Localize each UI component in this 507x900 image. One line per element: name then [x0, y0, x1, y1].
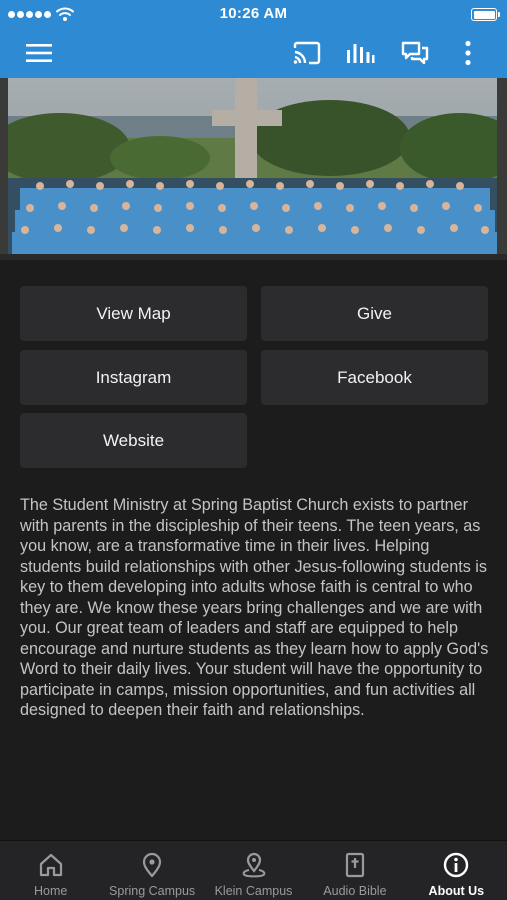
- audio-bars-icon: [347, 44, 375, 63]
- info-icon: [444, 852, 469, 878]
- action-button-grid: View Map Give Instagram Facebook Website: [20, 286, 488, 469]
- battery-icon: [471, 8, 500, 21]
- bible-icon: [345, 852, 365, 878]
- tab-home[interactable]: Home: [0, 841, 101, 900]
- cast-icon: [293, 41, 321, 65]
- app-bar: [0, 28, 507, 78]
- tab-spring-campus[interactable]: Spring Campus: [101, 841, 202, 900]
- view-map-button[interactable]: View Map: [20, 286, 247, 341]
- tab-home-label: Home: [34, 884, 68, 898]
- group-photo-image: [0, 78, 507, 260]
- hero-image: [0, 78, 507, 260]
- tab-klein-campus[interactable]: Klein Campus: [203, 841, 304, 900]
- chat-icon: [401, 41, 429, 65]
- status-bar: 10:26 AM: [0, 0, 507, 28]
- facebook-button[interactable]: Facebook: [261, 350, 488, 405]
- bottom-tab-bar: Home Spring Campus Klein Campus Audio Bi…: [0, 840, 507, 900]
- tab-spring-campus-label: Spring Campus: [109, 884, 196, 898]
- chat-button[interactable]: [397, 36, 433, 70]
- website-button[interactable]: Website: [20, 413, 247, 468]
- more-options-button[interactable]: [450, 36, 486, 70]
- status-time: 10:26 AM: [219, 5, 288, 22]
- menu-icon: [26, 44, 52, 62]
- home-icon: [39, 853, 62, 877]
- instagram-button[interactable]: Instagram: [20, 350, 247, 405]
- cast-button[interactable]: [289, 36, 325, 70]
- location-marker-icon: [242, 852, 265, 878]
- give-button[interactable]: Give: [261, 286, 488, 341]
- tab-audio-bible-label: Audio Bible: [323, 884, 387, 898]
- menu-button[interactable]: [21, 36, 57, 70]
- map-pin-icon: [143, 852, 162, 878]
- tab-audio-bible[interactable]: Audio Bible: [304, 841, 405, 900]
- tab-about-us-label: About Us: [428, 884, 485, 898]
- tab-about-us[interactable]: About Us: [406, 841, 507, 900]
- more-vertical-icon: [465, 40, 471, 66]
- ministry-description: The Student Ministry at Spring Baptist C…: [20, 496, 489, 719]
- audio-button[interactable]: [342, 36, 378, 70]
- tab-klein-campus-label: Klein Campus: [214, 884, 293, 898]
